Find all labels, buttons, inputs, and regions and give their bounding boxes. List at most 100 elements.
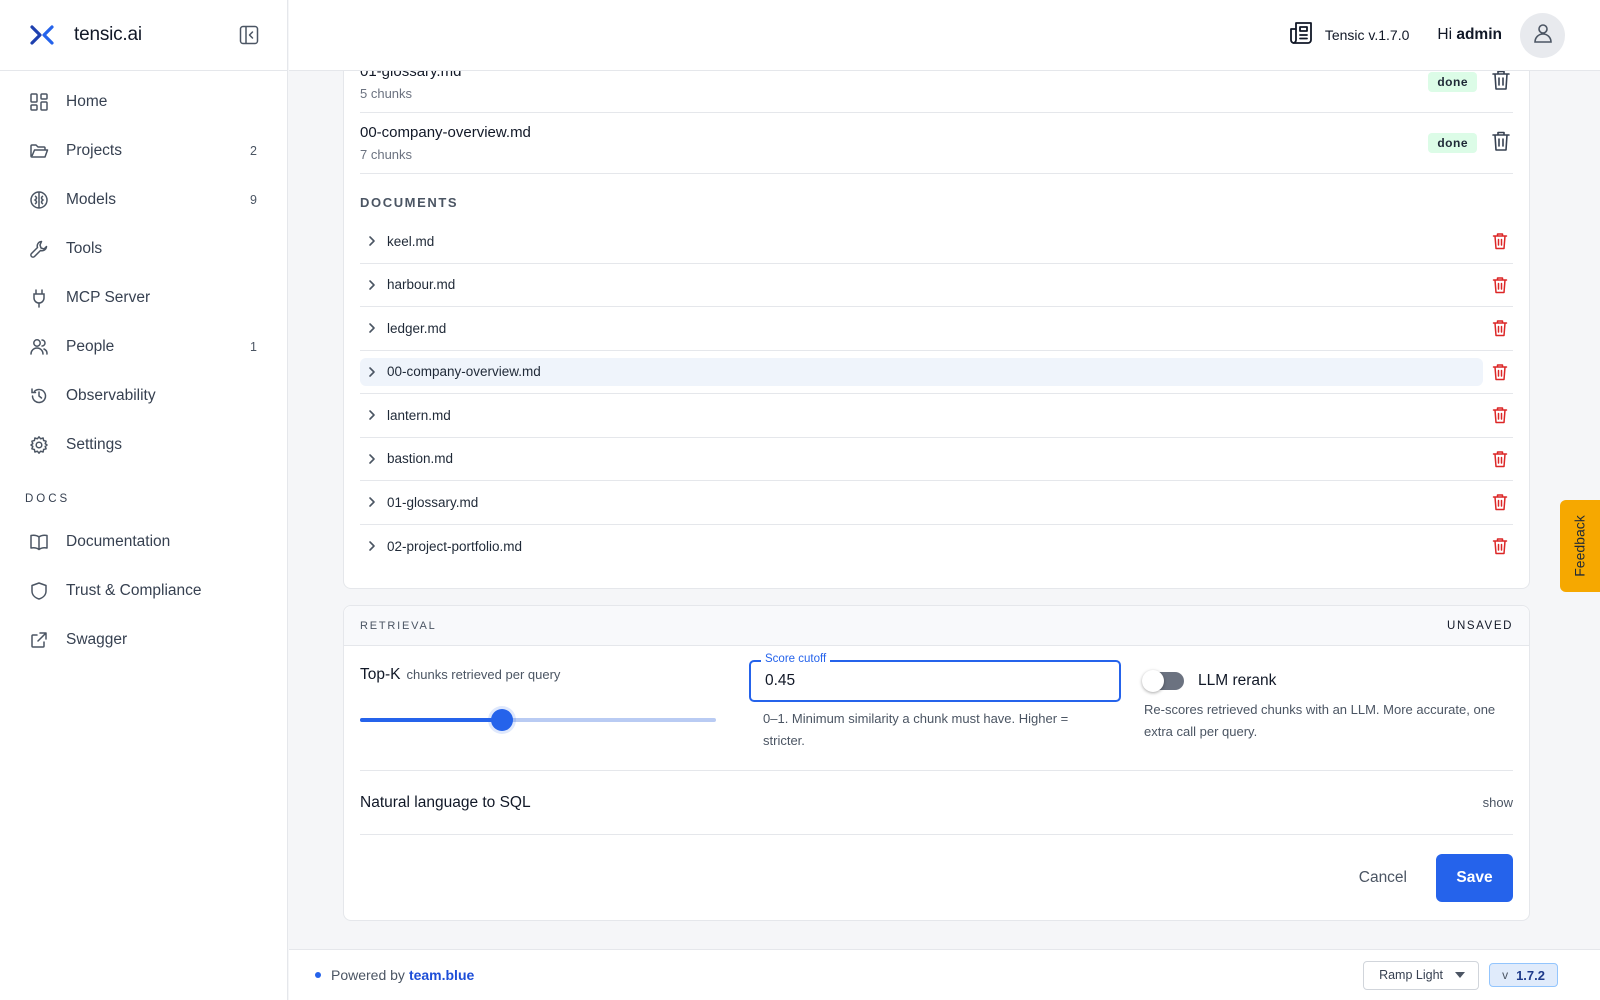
sidebar: tensic.ai Home Projects 2 Models 9 Tools [0, 0, 288, 1000]
chevron-right-icon[interactable] [360, 534, 384, 558]
documents-heading: DOCUMENTS [360, 195, 459, 210]
document-row[interactable]: 00-company-overview.md [360, 351, 1513, 394]
document-name: keel.md [387, 233, 435, 249]
version-number: 1.7.2 [1516, 967, 1545, 983]
score-cutoff-help: 0–1. Minimum similarity a chunk must hav… [763, 711, 1069, 748]
sidebar-item-settings[interactable]: Settings [0, 420, 287, 469]
chevron-right-icon[interactable] [360, 229, 384, 253]
document-row[interactable]: 02-project-portfolio.md [360, 525, 1513, 569]
sidebar-item-count: 1 [250, 339, 257, 354]
document-row[interactable]: bastion.md [360, 438, 1513, 481]
tensic-logo-icon[interactable] [28, 21, 56, 49]
powered-by-text: Powered by [331, 967, 405, 983]
docs-nav: Documentation Trust & Compliance Swagger [0, 517, 287, 664]
brain-icon [28, 189, 50, 211]
sidebar-item-people[interactable]: People 1 [0, 322, 287, 371]
slider-thumb[interactable] [491, 709, 514, 731]
shield-icon [28, 580, 50, 602]
delete-document-icon[interactable] [1488, 229, 1512, 253]
newspaper-icon [1289, 20, 1315, 51]
sidebar-item-swagger[interactable]: Swagger [0, 615, 287, 664]
sidebar-item-label: Tools [66, 239, 103, 257]
chevron-right-icon[interactable] [360, 490, 384, 514]
sidebar-collapse-icon[interactable] [237, 23, 261, 47]
user-name: admin [1456, 26, 1502, 43]
release-notes-link[interactable]: Tensic v.1.7.0 [1289, 20, 1409, 51]
toggle-knob [1142, 670, 1164, 692]
chevron-right-icon[interactable] [360, 316, 384, 340]
sidebar-item-home[interactable]: Home [0, 77, 287, 126]
document-row[interactable]: ledger.md [360, 307, 1513, 351]
llm-rerank-toggle[interactable] [1142, 670, 1184, 692]
score-cutoff-input[interactable] [751, 662, 1119, 700]
feedback-label: Feedback [1572, 515, 1589, 577]
document-row[interactable]: keel.md [360, 220, 1513, 264]
unsaved-status: UNSAVED [1447, 619, 1513, 632]
save-button[interactable]: Save [1436, 854, 1513, 902]
sidebar-item-label: People [66, 337, 115, 355]
chevron-right-icon[interactable] [360, 360, 384, 384]
sidebar-item-count: 2 [250, 143, 257, 158]
delete-document-icon[interactable] [1488, 316, 1512, 340]
delete-document-icon[interactable] [1488, 273, 1512, 297]
sidebar-item-trust-compliance[interactable]: Trust & Compliance [0, 566, 287, 615]
chevron-right-icon[interactable] [360, 447, 384, 471]
nl-to-sql-section[interactable]: Natural language to SQL show [360, 770, 1513, 835]
main-nav: Home Projects 2 Models 9 Tools MCP Serve… [0, 71, 287, 469]
version-prefix: v [1502, 968, 1509, 982]
delete-file-button[interactable] [1489, 131, 1513, 155]
greeting-prefix: Hi [1437, 26, 1453, 43]
feedback-tab[interactable]: Feedback [1560, 500, 1600, 592]
document-row[interactable]: harbour.md [360, 264, 1513, 307]
documents-list: keel.md harbour.md ledger.md 00-company-ove… [360, 220, 1513, 568]
cancel-button[interactable]: Cancel [1359, 869, 1407, 887]
document-row[interactable]: 01-glossary.md [360, 481, 1513, 525]
delete-file-button[interactable] [1489, 71, 1513, 94]
sidebar-item-label: Documentation [66, 532, 171, 550]
delete-document-icon[interactable] [1488, 403, 1512, 427]
document-name: 02-project-portfolio.md [387, 538, 523, 554]
theme-select[interactable]: Ramp Light [1363, 960, 1480, 990]
docs-heading: DOCS [25, 493, 71, 505]
retrieval-card: RETRIEVAL UNSAVED Top-K chunks retrieved … [343, 605, 1530, 921]
delete-document-icon[interactable] [1488, 490, 1512, 514]
sidebar-item-tools[interactable]: Tools [0, 224, 287, 273]
nl-to-sql-show-toggle[interactable]: show [1483, 795, 1513, 810]
topk-hint: chunks retrieved per query [406, 667, 561, 682]
topk-slider[interactable] [360, 709, 716, 731]
delete-document-icon[interactable] [1488, 360, 1512, 384]
sidebar-item-models[interactable]: Models 9 [0, 175, 287, 224]
sidebar-item-count: 9 [250, 192, 257, 207]
external-link-icon [28, 629, 50, 651]
brand-header: tensic.ai [0, 0, 287, 71]
chevron-right-icon[interactable] [360, 273, 384, 297]
retrieval-title: RETRIEVAL [360, 619, 437, 632]
document-name: ledger.md [387, 320, 447, 336]
delete-document-icon[interactable] [1488, 447, 1512, 471]
document-row[interactable]: lantern.md [360, 394, 1513, 438]
team-blue-link[interactable]: team.blue [409, 967, 474, 983]
sidebar-item-documentation[interactable]: Documentation [0, 517, 287, 566]
sidebar-item-projects[interactable]: Projects 2 [0, 126, 287, 175]
sidebar-item-observability[interactable]: Observability [0, 371, 287, 420]
folder-icon [28, 140, 50, 162]
delete-document-icon[interactable] [1488, 534, 1512, 558]
file-row: 00-company-overview.md 7 chunks done [360, 113, 1513, 174]
sidebar-item-label: Home [66, 92, 108, 110]
chevron-right-icon[interactable] [360, 403, 384, 427]
brand-name[interactable]: tensic.ai [74, 24, 237, 46]
wrench-icon [28, 238, 50, 260]
retrieval-body: Top-K chunks retrieved per query Score cu… [344, 646, 1529, 920]
knowledge-files-card: 01-glossary.md 5 chunks done 00-company-… [343, 71, 1530, 589]
topk-label: Top-K [360, 666, 401, 683]
status-badge: done [1428, 133, 1477, 153]
score-cutoff-field: Score cutoff 0–1. Minimum similarity a c… [749, 653, 1121, 752]
people-icon [28, 336, 50, 358]
user-greeting: Hi admin [1437, 26, 1502, 44]
llm-rerank-label: LLM rerank [1198, 672, 1277, 689]
avatar[interactable] [1520, 12, 1565, 58]
retrieval-header: RETRIEVAL UNSAVED [344, 606, 1529, 646]
plug-icon [28, 287, 50, 309]
status-badge: done [1428, 72, 1477, 92]
sidebar-item-mcp-server[interactable]: MCP Server [0, 273, 287, 322]
